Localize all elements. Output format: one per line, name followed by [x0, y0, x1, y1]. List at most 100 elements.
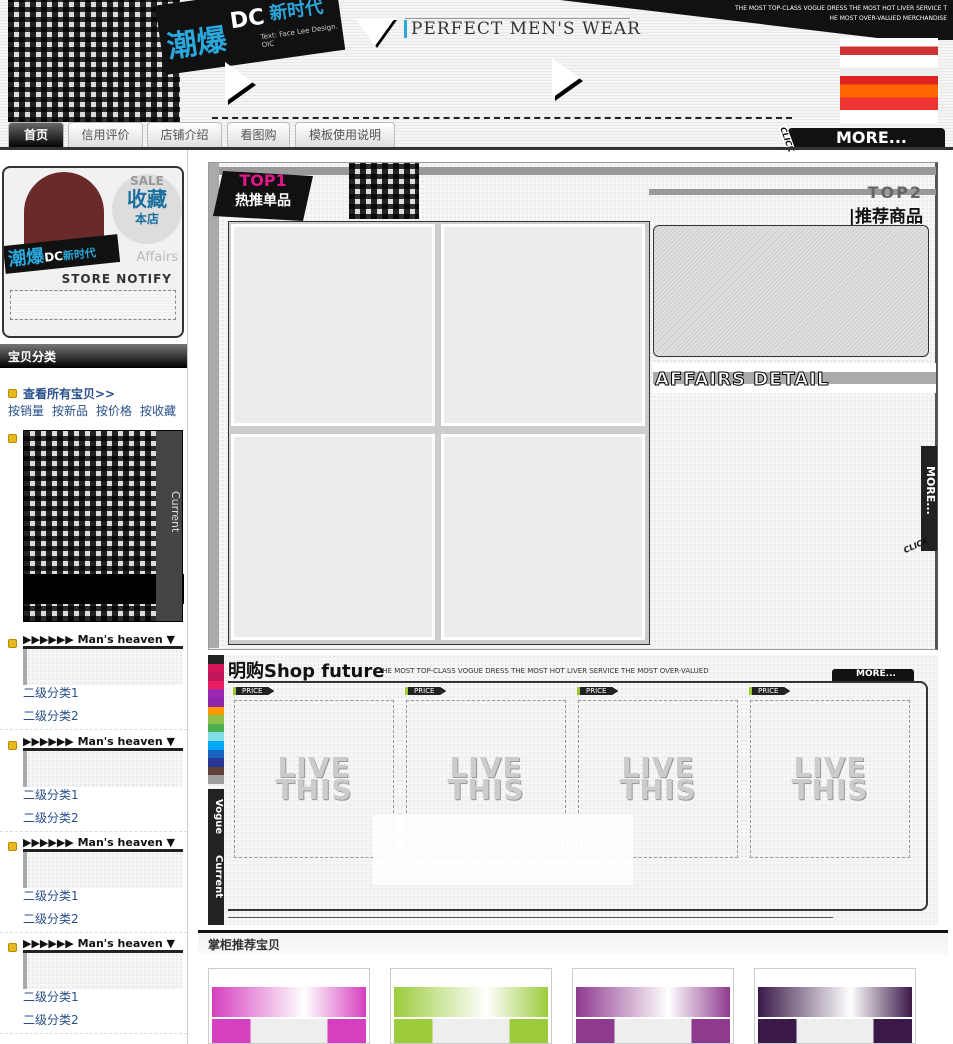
bullet-icon — [8, 434, 17, 443]
divider — [0, 932, 187, 933]
magazine-stack-image — [840, 38, 938, 123]
subcategory-link[interactable]: 二级分类1 — [23, 988, 79, 1005]
favorite-store-badge[interactable]: SALE 收藏 本店 — [112, 174, 182, 244]
sort-by-sales[interactable]: 按销量 — [8, 402, 44, 419]
subcategory-link[interactable]: 二级分类1 — [23, 684, 79, 701]
view-all-link[interactable]: 查看所有宝贝>> — [23, 385, 115, 402]
price-tag: PRICE — [749, 687, 791, 695]
top1-product-grid — [228, 221, 650, 645]
divider — [0, 1033, 187, 1034]
subcategory-link[interactable]: 二级分类1 — [23, 887, 79, 904]
subcategory-link[interactable]: 二级分类2 — [23, 1011, 79, 1028]
color-swatch — [208, 689, 224, 698]
shop-slogan: THE MOST TOP-CLASS VOGUE DRESS THE MOST … — [378, 667, 709, 675]
color-swatch — [208, 672, 224, 681]
promo-side-label: Current — [156, 431, 182, 621]
right-arrow-icon — [225, 62, 253, 102]
nav-tab-credit[interactable]: 信用评价 — [68, 122, 143, 148]
top1-badge: TOP1 热推单品 — [213, 171, 313, 221]
favorite-label: 收藏 — [127, 187, 167, 211]
top-click-label[interactable]: CLICK — [902, 536, 929, 555]
logo-text: 潮爆 — [164, 22, 230, 66]
recommended-item[interactable] — [390, 968, 552, 1044]
shop-header: 潮爆 DC 新时代 Text: Face Lee Design. OIC PER… — [0, 0, 953, 156]
product-card[interactable]: LIVE THIS — [234, 700, 394, 858]
category-group: ▶▶▶▶▶▶ Man's heaven ▼ — [23, 633, 183, 685]
side-label: Vogue Current — [208, 789, 224, 925]
affairs-label: Affairs — [136, 250, 178, 265]
product-slot[interactable] — [440, 223, 646, 427]
sort-by-price[interactable]: 按价格 — [96, 402, 132, 419]
nav-tab-store-intro[interactable]: 店铺介绍 — [147, 122, 222, 148]
nav-tab-home[interactable]: 首页 — [8, 122, 64, 148]
category-group-title[interactable]: ▶▶▶▶▶▶ Man's heaven ▼ — [23, 633, 183, 649]
placeholder-logo: LIVE THIS — [619, 751, 697, 806]
header-model-photo — [8, 0, 180, 122]
divider — [0, 729, 187, 730]
featured-products-block: TOP1 热推单品 TOP2 |推荐商品 AFFAIRS DETAIL MORE… — [208, 162, 938, 650]
more-side-button[interactable]: MORE... — [921, 446, 937, 551]
color-swatch — [208, 758, 224, 767]
category-group: ▶▶▶▶▶▶ Man's heaven ▼ — [23, 735, 183, 787]
color-swatch — [208, 655, 224, 664]
divider — [405, 18, 630, 19]
bullet-icon — [8, 741, 17, 750]
color-swatch — [208, 697, 224, 707]
color-swatch — [208, 723, 224, 733]
store-notify-box[interactable]: SALE 收藏 本店 潮爆DC新时代 Affairs STORE NOTIFY — [2, 166, 184, 338]
tagline: PERFECT MEN'S WEAR — [404, 20, 641, 38]
subcategory-link[interactable]: 二级分类2 — [23, 809, 79, 826]
category-group-title[interactable]: ▶▶▶▶▶▶ Man's heaven ▼ — [23, 937, 183, 953]
recommended-item[interactable] — [754, 968, 916, 1044]
price-tag: PRICE — [233, 687, 275, 695]
category-header: 宝贝分类 — [0, 344, 187, 368]
bullet-icon — [8, 842, 17, 851]
header-more-button[interactable]: MORE... — [788, 128, 945, 148]
category-group-banner — [23, 852, 183, 888]
bullet-icon — [8, 389, 17, 398]
color-swatch — [208, 732, 224, 741]
price-tag: PRICE — [405, 687, 447, 695]
placeholder-logo: LIVE THIS — [275, 751, 353, 806]
subcategory-link[interactable]: 二级分类2 — [23, 910, 79, 927]
color-swatch — [208, 715, 224, 724]
top2-heading: TOP2 |推荐商品 — [848, 183, 923, 227]
placeholder-logo: LIVE THIS — [447, 751, 525, 806]
nav-tab-template-guide[interactable]: 模板使用说明 — [295, 122, 395, 148]
notify-content — [10, 290, 176, 320]
placeholder-logo: LIVE THIS — [791, 751, 869, 806]
store-notify-label: STORE NOTIFY — [61, 272, 172, 286]
divider — [0, 831, 187, 832]
logo-text-2: 新时代 — [268, 0, 325, 25]
top2-product-slot[interactable] — [653, 225, 929, 357]
color-swatch — [208, 663, 224, 673]
color-swatch — [208, 766, 224, 776]
recommend-header: 掌柜推荐宝贝 — [198, 930, 948, 955]
product-slot[interactable] — [230, 433, 436, 641]
model-photo — [349, 163, 419, 219]
recommended-item[interactable] — [572, 968, 734, 1044]
shop-future-block: Vogue Current 明购Shop future THE MOST TOP… — [208, 655, 938, 925]
store-label: 本店 — [134, 212, 159, 226]
product-slot[interactable] — [230, 223, 436, 427]
dashed-divider — [212, 117, 792, 119]
color-swatch — [208, 706, 224, 716]
sort-by-favorites[interactable]: 按收藏 — [140, 402, 176, 419]
color-swatch — [208, 680, 224, 690]
nav-bottom-rule — [0, 147, 953, 150]
subcategory-link[interactable]: 二级分类2 — [23, 707, 79, 724]
category-group-title[interactable]: ▶▶▶▶▶▶ Man's heaven ▼ — [23, 836, 183, 852]
recommended-item[interactable] — [208, 968, 370, 1044]
subcategory-link[interactable]: 二级分类1 — [23, 786, 79, 803]
mini-logo: 潮爆DC新时代 — [4, 234, 121, 274]
nav-tab-shop-by-image[interactable]: 看图购 — [227, 122, 290, 148]
sort-by-new[interactable]: 按新品 — [52, 402, 88, 419]
category-group-title[interactable]: ▶▶▶▶▶▶ Man's heaven ▼ — [23, 735, 183, 751]
category-group-banner — [23, 953, 183, 989]
product-slot[interactable] — [440, 433, 646, 641]
color-swatch — [208, 775, 224, 784]
color-swatch — [208, 740, 224, 750]
product-card[interactable]: LIVE THIS — [750, 700, 910, 858]
sidebar-promo-image[interactable]: Current — [23, 430, 184, 622]
promo-text: THE MOST TOP-CLASS VOGUE DRESS THE MOST … — [735, 5, 947, 22]
